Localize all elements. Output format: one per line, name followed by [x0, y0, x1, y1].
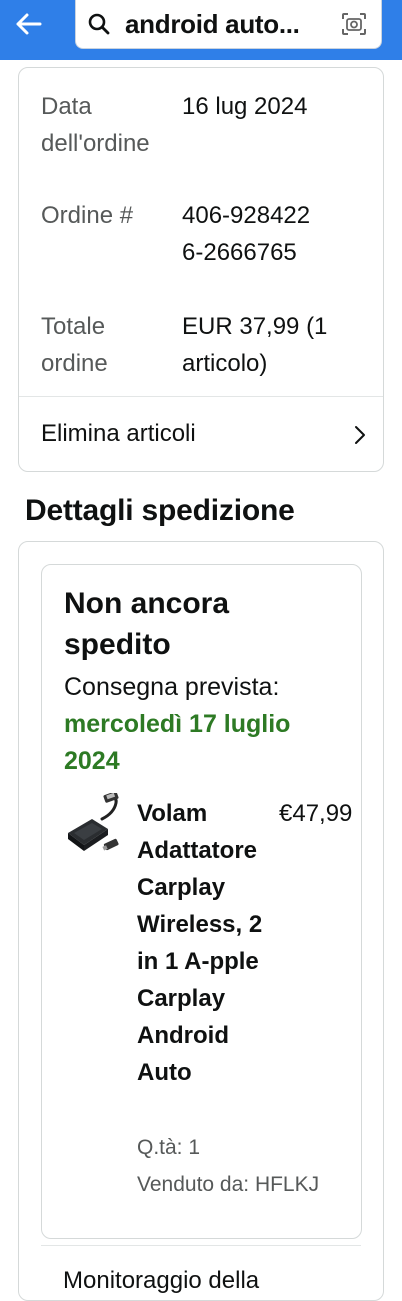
- chevron-right-icon: [355, 426, 365, 444]
- order-number-value: 406-9284226-2666765: [182, 202, 311, 266]
- shipment-card: Non ancora spedito Consegna prevista: me…: [18, 541, 384, 1301]
- search-bar[interactable]: android auto...: [75, 0, 382, 49]
- arrow-left-icon: [16, 13, 42, 35]
- order-total-value: EUR 37,99 (1 articolo): [182, 313, 328, 377]
- eta-date: mercoledì 17 luglio 2024: [64, 710, 291, 775]
- app-header: android auto...: [0, 0, 402, 60]
- shipment-item-card: Non ancora spedito Consegna prevista: me…: [41, 564, 362, 1239]
- eta-label: Consegna prevista:: [64, 673, 280, 701]
- delete-items-label: Elimina articoli: [41, 420, 196, 447]
- order-total-label: Totale ordine: [41, 313, 108, 377]
- product-title[interactable]: Volam Adattatore Carplay Wireless, 2 in …: [137, 795, 287, 1091]
- camera-search-icon[interactable]: [341, 12, 367, 36]
- order-summary-card: Data dell'ordine 16 lug 2024 Ordine # 40…: [18, 67, 384, 472]
- order-number-label: Ordine #: [41, 202, 134, 229]
- back-button[interactable]: [10, 6, 50, 42]
- product-seller: Venduto da: HFLKJ: [137, 1173, 320, 1196]
- order-date-label: Data dell'ordine: [41, 93, 150, 157]
- tracking-row-label[interactable]: Monitoraggio della: [63, 1264, 259, 1298]
- search-query: android auto...: [125, 9, 300, 39]
- divider: [41, 1245, 361, 1246]
- search-icon: [88, 13, 110, 35]
- product-quantity: Q.tà: 1: [137, 1136, 201, 1159]
- section-title: Dettagli spedizione: [25, 494, 295, 527]
- order-date-value: 16 lug 2024: [182, 93, 308, 120]
- product-thumbnail[interactable]: [64, 793, 124, 857]
- shipment-status: Non ancora spedito: [64, 587, 230, 661]
- delete-items-row[interactable]: Elimina articoli: [19, 397, 383, 472]
- product-price: €47,99: [279, 800, 353, 827]
